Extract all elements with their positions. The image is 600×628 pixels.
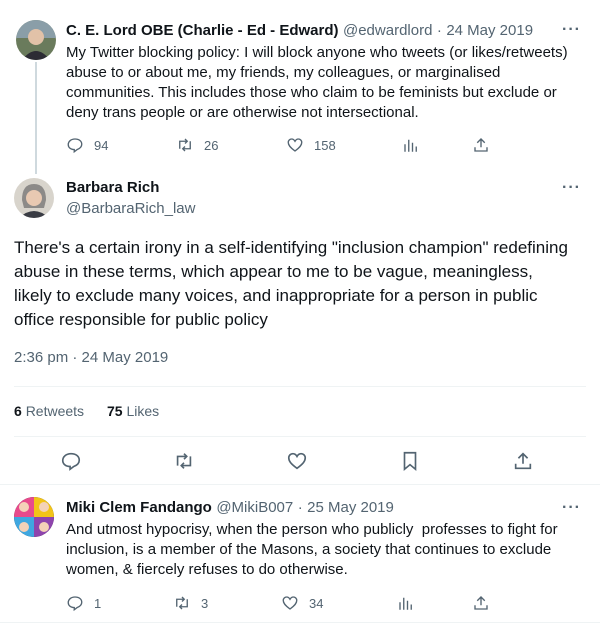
- share-icon: [474, 596, 488, 610]
- reply-icon: [67, 596, 83, 612]
- avatar[interactable]: [14, 497, 54, 537]
- retweet-count: 6: [14, 403, 22, 419]
- retweet-button[interactable]: [173, 450, 195, 472]
- author-handle[interactable]: @BarbaraRich_law: [66, 200, 195, 217]
- share-button[interactable]: [472, 594, 490, 612]
- retweet-count: 26: [204, 137, 219, 153]
- tweet-timestamp[interactable]: 2:36 pm · 24 May 2019: [14, 349, 168, 366]
- reply-count: 94: [94, 137, 109, 153]
- views-button[interactable]: [397, 594, 415, 612]
- like-button[interactable]: 34: [281, 594, 323, 612]
- like-icon: [287, 138, 303, 152]
- like-count: 75: [107, 403, 123, 419]
- retweet-button[interactable]: 26: [176, 136, 218, 154]
- retweet-button[interactable]: 3: [173, 594, 208, 612]
- like-label: Likes: [126, 403, 160, 419]
- more-icon[interactable]: ···: [562, 21, 581, 39]
- divider: [14, 386, 586, 387]
- retweet-icon: [179, 138, 191, 152]
- separator: ·: [297, 499, 303, 516]
- views-icon: [399, 597, 412, 610]
- tweet-date[interactable]: 25 May 2019: [307, 499, 394, 516]
- divider: [14, 436, 586, 437]
- like-button[interactable]: 158: [286, 136, 336, 154]
- reply-icon: [67, 138, 83, 154]
- views-button[interactable]: [402, 136, 420, 154]
- reply-count: 1: [94, 595, 102, 611]
- tweet-date[interactable]: 24 May 2019: [446, 22, 533, 39]
- share-icon: [514, 452, 532, 470]
- like-count: 34: [309, 595, 324, 611]
- tweet-text: And utmost hypocrisy, when the person wh…: [66, 521, 562, 578]
- retweet-label: Retweets: [25, 403, 85, 419]
- reply-icon: [61, 452, 81, 471]
- separator: ·: [436, 22, 442, 39]
- more-icon[interactable]: ···: [562, 179, 581, 197]
- author-name[interactable]: Miki Clem Fandango: [66, 499, 212, 516]
- share-button[interactable]: [472, 136, 490, 154]
- author-handle[interactable]: @edwardlord: [343, 22, 432, 39]
- likes-stat[interactable]: 75 Likes: [107, 403, 159, 419]
- bookmark-button[interactable]: [399, 450, 421, 472]
- like-icon: [282, 596, 298, 610]
- bookmark-icon: [403, 451, 417, 472]
- tweet-text: There's a certain irony in a self-identi…: [14, 238, 568, 329]
- retweet-count: 3: [201, 595, 209, 611]
- more-icon[interactable]: ···: [562, 499, 581, 517]
- avatar[interactable]: [14, 178, 54, 218]
- divider: [0, 622, 600, 623]
- like-button[interactable]: [286, 450, 308, 472]
- divider: [0, 484, 600, 485]
- views-icon: [404, 139, 417, 152]
- tweet-text: My Twitter blocking policy: I will block…: [66, 44, 568, 121]
- share-button[interactable]: [512, 450, 534, 472]
- reply-button[interactable]: 94: [66, 136, 108, 154]
- retweet-icon: [176, 453, 192, 469]
- reply-button[interactable]: [60, 450, 82, 472]
- author-handle[interactable]: @MikiB007: [216, 499, 293, 516]
- retweets-stat[interactable]: 6 Retweets: [14, 403, 84, 419]
- like-count: 158: [314, 137, 336, 153]
- avatar[interactable]: [16, 20, 56, 60]
- thread-line: [35, 62, 37, 174]
- reply-button[interactable]: 1: [66, 594, 101, 612]
- retweet-icon: [176, 596, 188, 610]
- author-name[interactable]: Barbara Rich: [66, 179, 159, 196]
- like-icon: [287, 452, 307, 470]
- share-icon: [474, 138, 488, 152]
- author-name[interactable]: C. E. Lord OBE (Charlie - Ed - Edward): [66, 22, 339, 39]
